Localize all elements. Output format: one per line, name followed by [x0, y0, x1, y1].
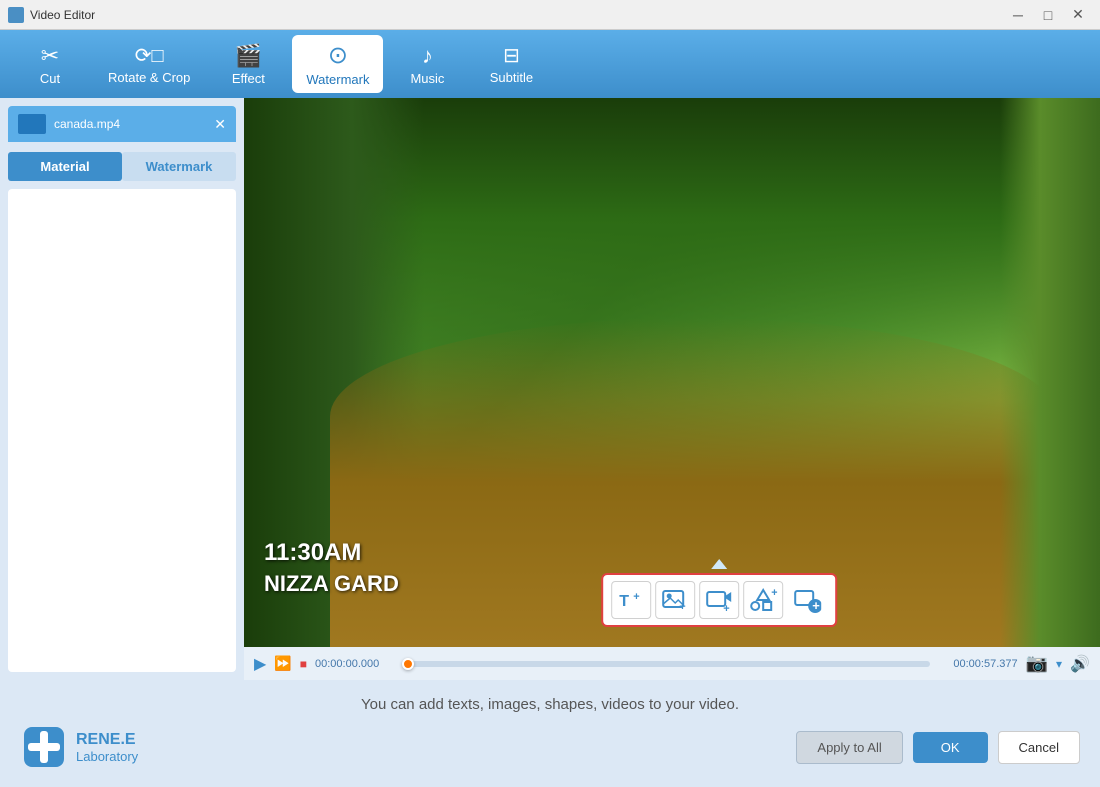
- watermark-icon: ⊙: [328, 41, 348, 70]
- tab-rotate[interactable]: ⟳□ Rotate & Crop: [94, 37, 204, 91]
- bottom-actions: RENE.E Laboratory Apply to All OK Cancel: [20, 723, 1080, 771]
- step-forward-button[interactable]: ⏩: [274, 655, 291, 672]
- tab-bar: ✂ Cut ⟳□ Rotate & Crop 🎬 Effect ⊙ Waterm…: [0, 30, 1100, 98]
- material-button[interactable]: Material: [8, 152, 122, 181]
- tab-music[interactable]: ♪ Music: [387, 37, 467, 92]
- watermark-toolbar: T + +: [601, 559, 837, 627]
- video-area: 11:30AM NIZZA GARD T +: [244, 98, 1100, 680]
- file-thumbnail: [18, 114, 46, 134]
- music-icon: ♪: [422, 43, 433, 69]
- tab-effect-label: Effect: [232, 71, 265, 86]
- time-end: 00:00:57.377: [938, 658, 1018, 670]
- add-image-button[interactable]: +: [655, 581, 695, 619]
- tab-cut-label: Cut: [40, 71, 60, 86]
- tab-cut[interactable]: ✂ Cut: [10, 37, 90, 92]
- stop-button[interactable]: ■: [300, 657, 307, 671]
- add-shape-button[interactable]: +: [743, 581, 783, 619]
- main-content: canada.mp4 ✕ Material Watermark 11:30AM …: [0, 98, 1100, 680]
- svg-text:+: +: [812, 598, 820, 613]
- apply-to-all-button[interactable]: Apply to All: [796, 731, 902, 764]
- bottom-hint-text: You can add texts, images, shapes, video…: [361, 696, 739, 713]
- video-preview: 11:30AM NIZZA GARD T +: [244, 98, 1100, 647]
- watermark-text-time: 11:30AM: [264, 539, 361, 567]
- file-close-icon[interactable]: ✕: [214, 116, 226, 133]
- video-background: 11:30AM NIZZA GARD T +: [244, 98, 1100, 647]
- svg-text:+: +: [723, 603, 729, 614]
- logo-line2: Laboratory: [76, 749, 138, 764]
- effect-icon: 🎬: [235, 43, 262, 69]
- maximize-button[interactable]: □: [1034, 5, 1062, 25]
- tab-watermark[interactable]: ⊙ Watermark: [292, 35, 383, 93]
- panel-content: [8, 189, 236, 672]
- camera-icon[interactable]: 📷: [1026, 653, 1048, 674]
- logo-line1: RENE.E: [76, 731, 138, 749]
- play-button[interactable]: ▶: [254, 654, 266, 674]
- tree-right-overlay: [1000, 98, 1100, 647]
- tab-effect[interactable]: 🎬 Effect: [208, 37, 288, 92]
- file-name: canada.mp4: [54, 117, 206, 131]
- svg-text:T: T: [619, 593, 629, 610]
- camera-dropdown-icon[interactable]: ▾: [1056, 657, 1062, 671]
- toolbar-inner: T + +: [601, 573, 837, 627]
- tab-subtitle[interactable]: ⊟ Subtitle: [471, 37, 551, 91]
- app-icon: [8, 7, 24, 23]
- rotate-icon: ⟳□: [135, 43, 164, 68]
- tab-watermark-label: Watermark: [306, 72, 369, 87]
- logo-icon: [20, 723, 68, 771]
- tab-subtitle-label: Subtitle: [490, 70, 533, 85]
- action-buttons: Apply to All OK Cancel: [796, 731, 1080, 764]
- cut-icon: ✂: [41, 43, 59, 69]
- progress-thumb[interactable]: [402, 658, 414, 670]
- volume-icon[interactable]: 🔊: [1070, 654, 1090, 674]
- left-panel: canada.mp4 ✕ Material Watermark: [0, 98, 244, 680]
- watermark-text-location: NIZZA GARD: [264, 571, 399, 597]
- title-bar-controls: ─ □ ✕: [1004, 5, 1092, 25]
- toolbar-arrow: [711, 559, 727, 569]
- file-tab[interactable]: canada.mp4 ✕: [8, 106, 236, 142]
- tab-rotate-label: Rotate & Crop: [108, 70, 190, 85]
- add-text-button[interactable]: T +: [611, 581, 651, 619]
- add-video-button[interactable]: +: [699, 581, 739, 619]
- cancel-button[interactable]: Cancel: [998, 731, 1080, 764]
- playback-bar: ▶ ⏩ ■ 00:00:00.000 00:00:57.377 📷 ▾ 🔊: [244, 647, 1100, 680]
- title-bar-left: Video Editor: [8, 7, 95, 23]
- time-start: 00:00:00.000: [315, 658, 395, 670]
- subtitle-icon: ⊟: [503, 43, 520, 68]
- close-button[interactable]: ✕: [1064, 5, 1092, 25]
- bottom-panel: You can add texts, images, shapes, video…: [0, 680, 1100, 787]
- logo-text: RENE.E Laboratory: [76, 731, 138, 764]
- logo-area: RENE.E Laboratory: [20, 723, 138, 771]
- panel-buttons: Material Watermark: [0, 142, 244, 189]
- more-button[interactable]: +: [787, 581, 827, 619]
- progress-track[interactable]: [403, 661, 930, 667]
- ok-button[interactable]: OK: [913, 732, 988, 763]
- svg-text:+: +: [679, 601, 685, 613]
- title-bar: Video Editor ─ □ ✕: [0, 0, 1100, 30]
- title-bar-title: Video Editor: [30, 8, 95, 22]
- tab-music-label: Music: [410, 71, 444, 86]
- watermark-panel-button[interactable]: Watermark: [122, 152, 236, 181]
- minimize-button[interactable]: ─: [1004, 5, 1032, 25]
- svg-text:+: +: [771, 587, 777, 599]
- svg-text:+: +: [633, 591, 639, 603]
